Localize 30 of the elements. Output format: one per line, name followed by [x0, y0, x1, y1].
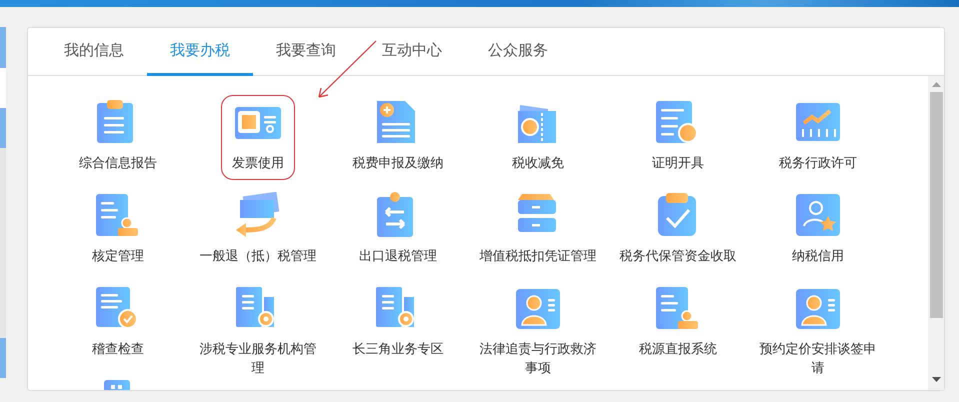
service-link[interactable]: 纳税信用	[792, 247, 844, 266]
service-link[interactable]: 税费申报及缴纳	[352, 154, 444, 173]
service-link[interactable]: 综合信息报告	[79, 154, 157, 173]
service-link[interactable]: 法律追责与行政救济事项	[477, 340, 599, 378]
sidebar-edge	[0, 27, 6, 68]
service-link[interactable]: 一般退（抵）税管理	[200, 247, 316, 266]
service-link[interactable]: 出口退税管理	[359, 247, 437, 266]
sidebar-edge	[0, 108, 6, 148]
service-link[interactable]: 预约定价安排谈签申请	[757, 340, 879, 378]
service-link[interactable]: 增值税抵扣凭证管理	[480, 247, 596, 266]
service-link[interactable]: 税务代保管资金收取	[620, 247, 736, 266]
tab[interactable]: 我的信息	[41, 28, 147, 76]
scrollbar[interactable]	[928, 76, 944, 390]
service-link[interactable]: 核定管理	[92, 247, 144, 266]
tab[interactable]: 公众服务	[465, 28, 571, 76]
tab[interactable]: 我要查询	[253, 28, 359, 76]
service-link[interactable]: 证明开具	[652, 154, 704, 173]
money-return-icon	[234, 192, 282, 238]
tab[interactable]: 互动中心	[359, 28, 465, 76]
service-link[interactable]: 发票使用	[232, 154, 284, 173]
service-link[interactable]: 稽查检查	[92, 340, 144, 359]
scroll-up-icon[interactable]	[932, 82, 940, 87]
service-link[interactable]: 税源直报系统	[639, 340, 717, 359]
sidebar-edge	[0, 338, 6, 378]
service-link[interactable]: 税收减免	[512, 154, 564, 173]
service-link[interactable]: 长三角业务专区	[352, 340, 444, 359]
scroll-down-icon[interactable]	[932, 377, 940, 382]
service-link[interactable]: 税务行政许可	[779, 154, 857, 173]
service-link[interactable]: 涉税专业服务机构管理	[197, 340, 319, 378]
scroll-thumb[interactable]	[930, 92, 942, 318]
